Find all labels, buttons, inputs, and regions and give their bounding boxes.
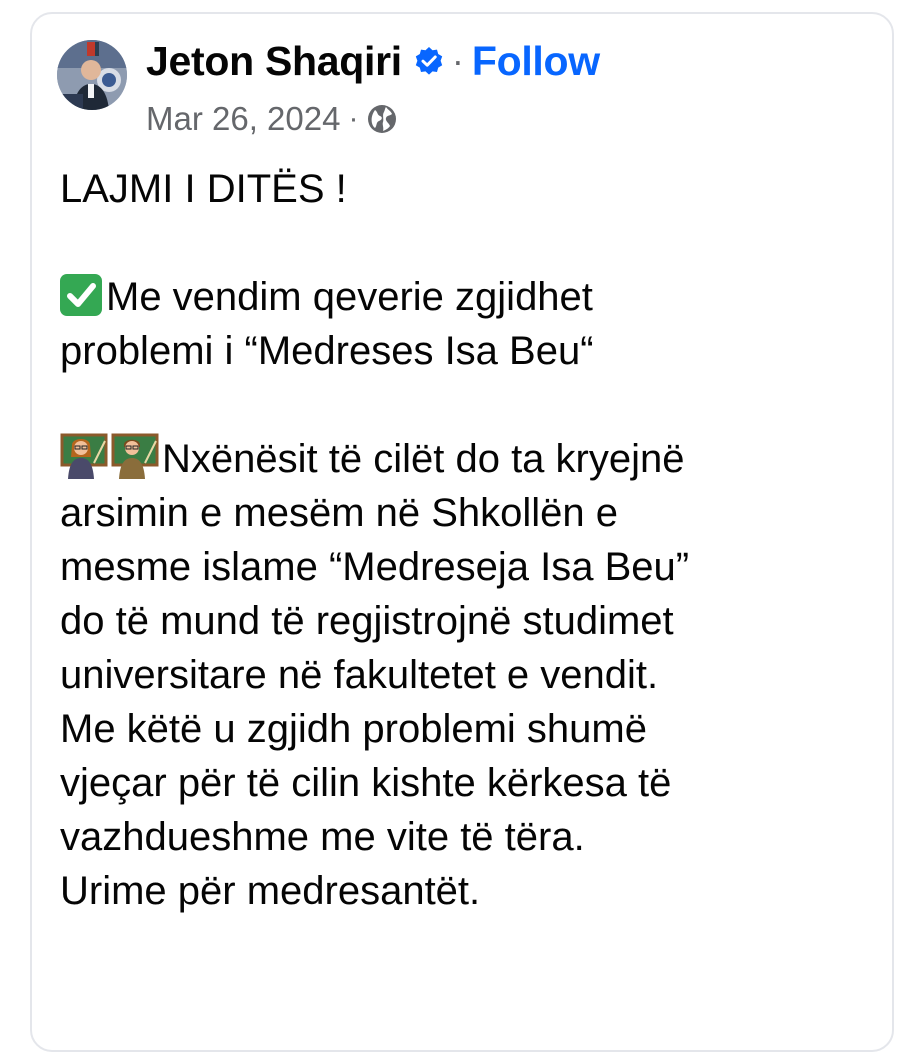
check-mark-icon	[60, 274, 102, 316]
post-headline: LAJMI I DITËS !	[60, 167, 347, 211]
author-row: Jeton Shaqiri · Follow	[146, 33, 600, 89]
globe-icon[interactable]	[366, 103, 398, 135]
post-paragraph-2-line: Me këtë u zgjidh problemi shumë	[60, 707, 647, 751]
post-paragraph-1: Me vendim qeverie zgjidhet problemi i “M…	[60, 270, 860, 378]
follow-button[interactable]: Follow	[472, 38, 600, 85]
post-paragraph-1-line-1: Me vendim qeverie zgjidhet	[106, 275, 593, 319]
name-separator: ·	[451, 40, 464, 81]
post-paragraph-1-line-2: problemi i “Medreses Isa Beu“	[60, 329, 594, 373]
verified-badge-icon	[415, 47, 443, 75]
author-avatar[interactable]	[57, 40, 127, 110]
post-paragraph-2: Nxënësit të cilët do ta kryejnë arsimin …	[60, 432, 860, 918]
post-meta: Mar 26, 2024 ·	[146, 96, 398, 142]
post-paragraph-2-line: universitare në fakultetet e vendit.	[60, 653, 659, 697]
author-name[interactable]: Jeton Shaqiri	[146, 38, 402, 85]
man-teacher-icon	[111, 433, 159, 479]
post-paragraph-2-line: vjeçar për të cilin kishte kërkesa të	[60, 761, 672, 805]
post-paragraph-2-line: mesme islame “Medreseja Isa Beu”	[60, 545, 690, 589]
post-paragraph-2-line: Urime për medresantët.	[60, 869, 481, 913]
post-paragraph-2-line: Nxënësit të cilët do ta kryejnë	[162, 437, 685, 481]
post-paragraph-2-line: do të mund të regjistrojnë studimet	[60, 599, 674, 643]
post-paragraph-2-line: arsimin e mesëm në Shkollën e	[60, 491, 619, 535]
post-paragraph-2-line: vazhdueshme me vite të tëra.	[60, 815, 585, 859]
woman-teacher-icon	[60, 433, 108, 479]
meta-separator: ·	[348, 102, 359, 135]
avatar-photo	[57, 40, 127, 110]
post-body: LAJMI I DITËS ! Me vendim qeverie zgjidh…	[60, 162, 860, 918]
post-date[interactable]: Mar 26, 2024	[146, 100, 340, 138]
